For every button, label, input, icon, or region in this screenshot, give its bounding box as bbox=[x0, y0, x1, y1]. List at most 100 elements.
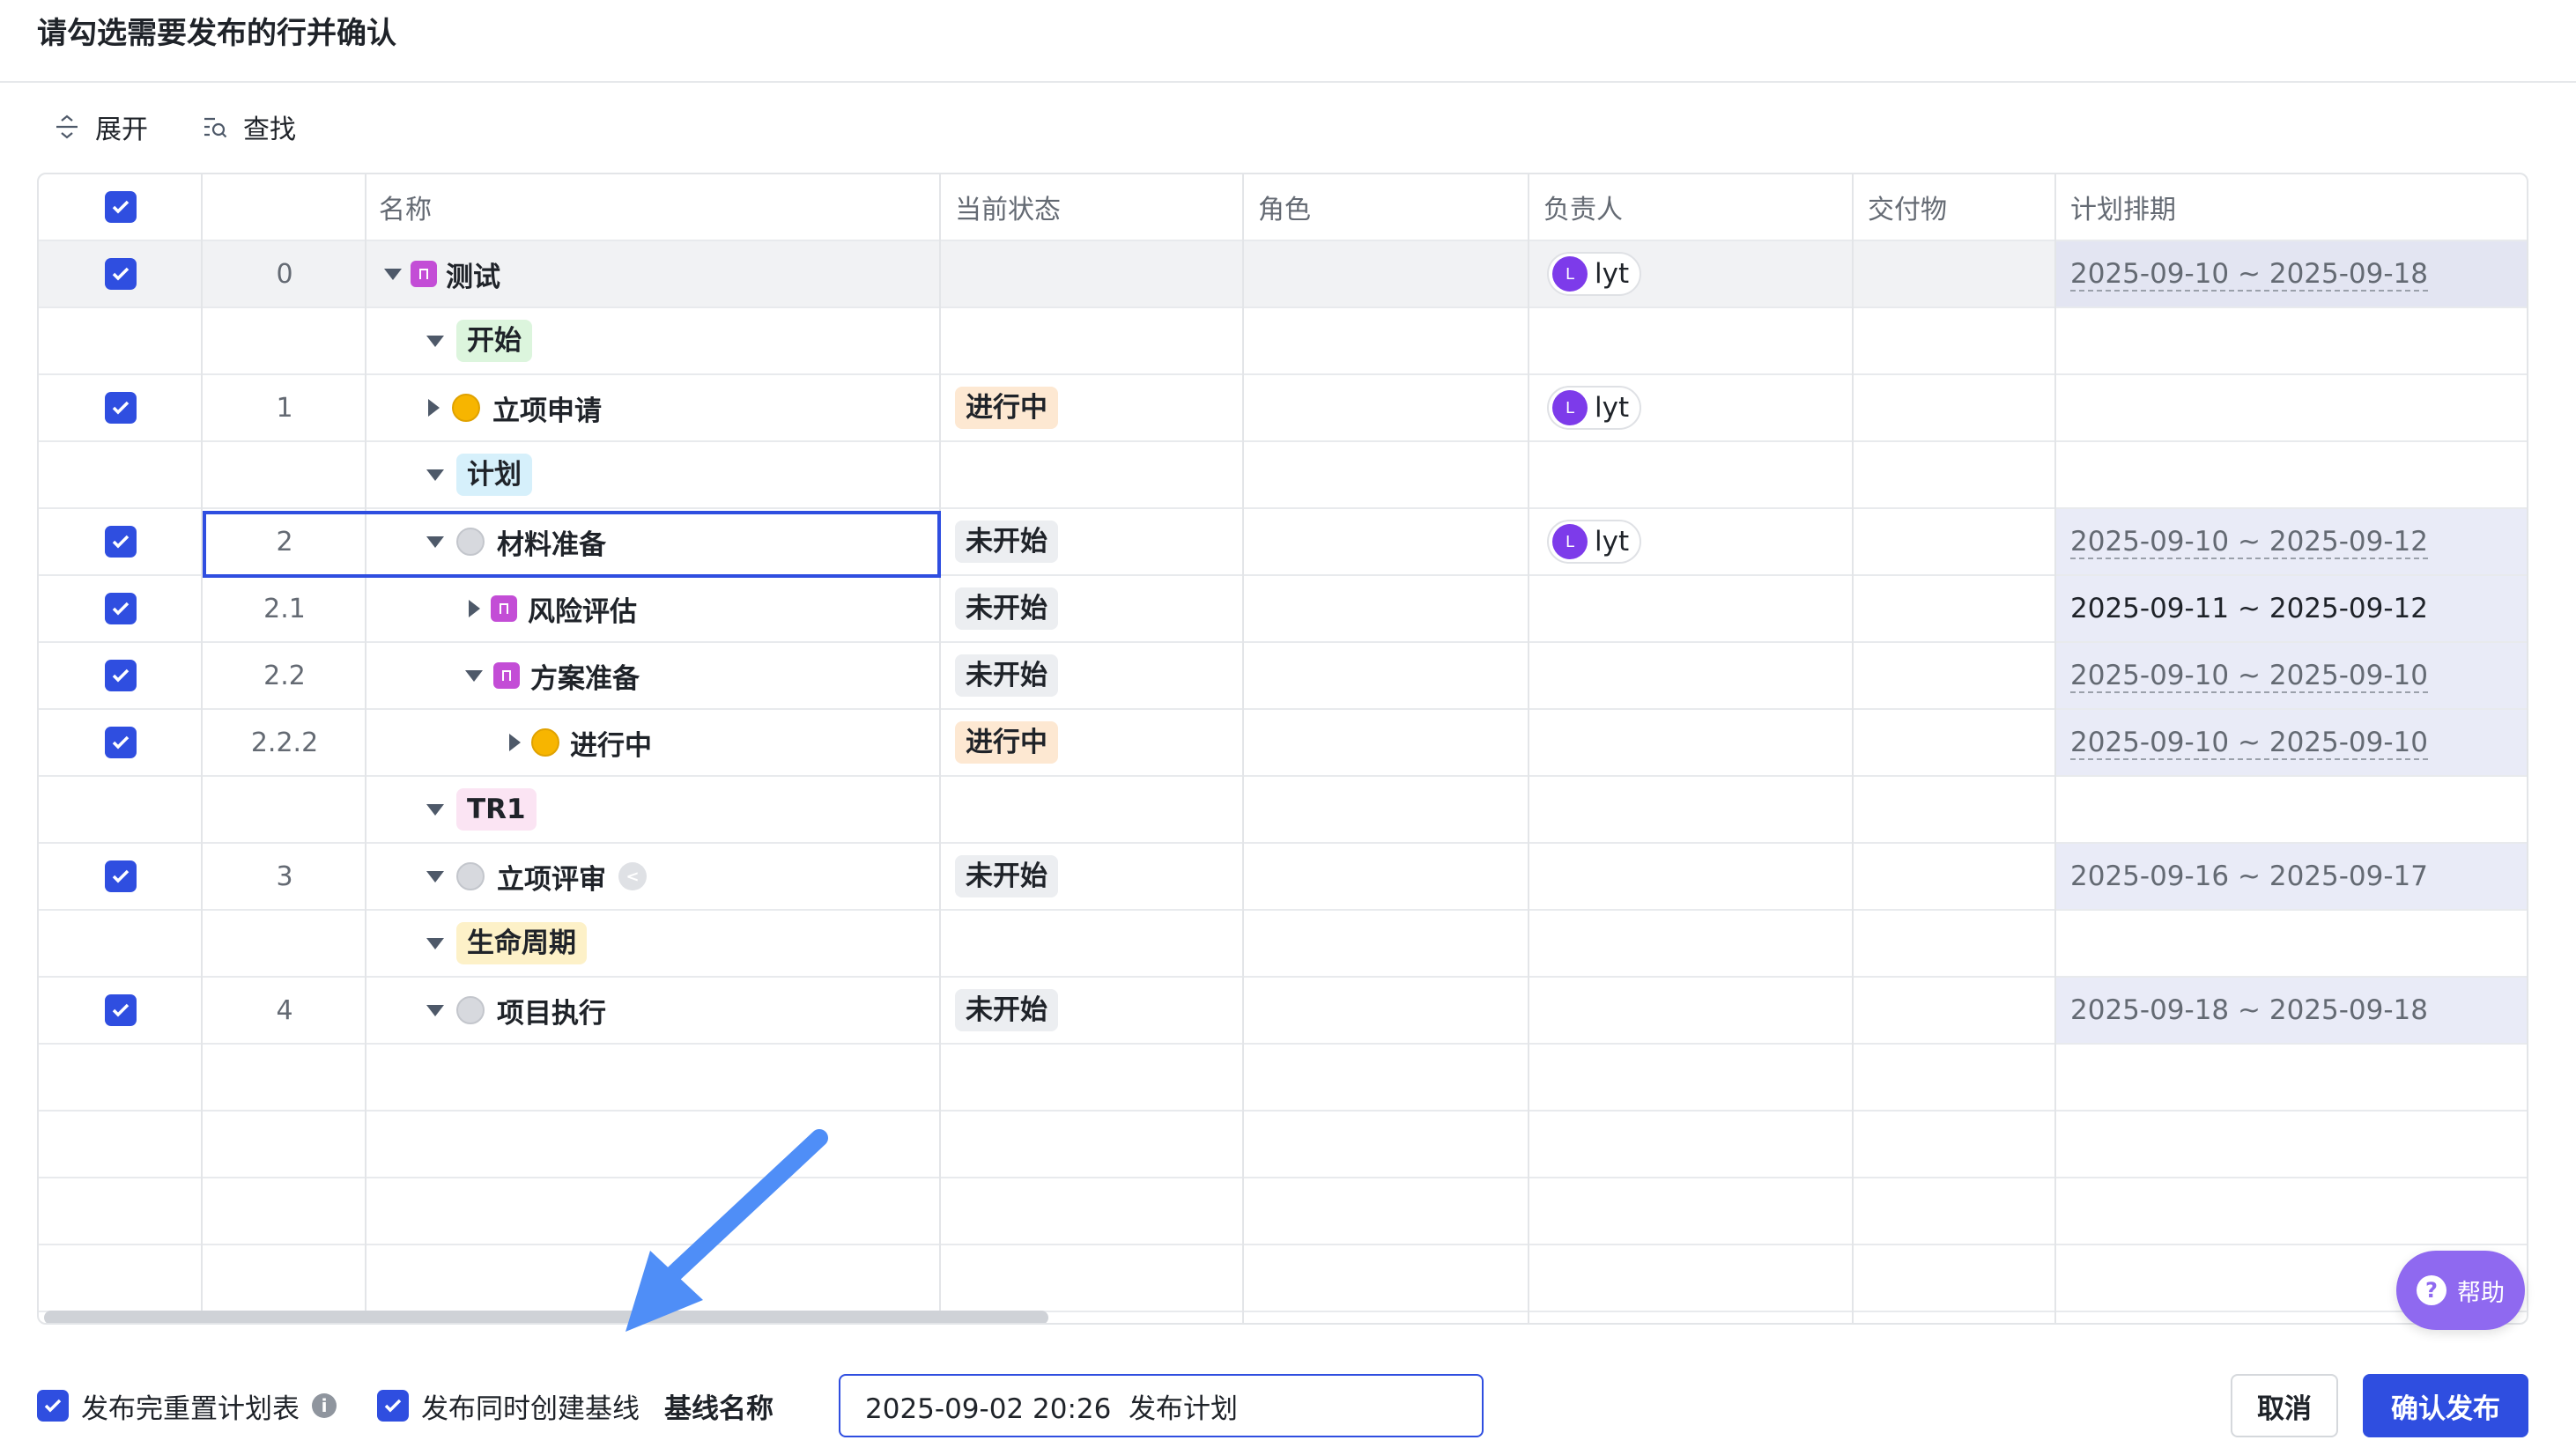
baseline-option: 发布同时创建基线 基线名称 bbox=[377, 1374, 774, 1437]
check-icon bbox=[112, 200, 130, 214]
not-started-dot-icon bbox=[456, 862, 485, 890]
schedule-date[interactable]: 2025-09-10 ~ 2025-09-12 bbox=[2056, 526, 2428, 559]
collapse-toggle[interactable] bbox=[426, 937, 444, 949]
schedule-date[interactable]: 2025-09-10 ~ 2025-09-18 bbox=[2056, 258, 2428, 292]
title-divider bbox=[0, 81, 2576, 83]
table-row[interactable]: 0 测试 Llyt 2025-09-10 ~ 2025-09-18 bbox=[39, 241, 2527, 308]
find-icon bbox=[204, 117, 227, 138]
header-owner: 负责人 bbox=[1543, 195, 1623, 225]
row-index: 4 bbox=[276, 994, 293, 1026]
avatar: L bbox=[1552, 524, 1588, 559]
row-checkbox[interactable] bbox=[105, 727, 137, 758]
row-name: 项目执行 bbox=[497, 997, 606, 1030]
schedule-date[interactable]: 2025-09-11 ~ 2025-09-12 bbox=[2056, 593, 2428, 624]
info-icon[interactable]: i bbox=[312, 1393, 337, 1418]
expand-toggle[interactable] bbox=[469, 600, 480, 617]
row-index: 2.2 bbox=[263, 660, 306, 691]
column-divider bbox=[1528, 174, 1529, 1323]
row-index: 0 bbox=[276, 258, 293, 290]
row-checkbox[interactable] bbox=[105, 526, 137, 558]
row-checkbox[interactable] bbox=[105, 860, 137, 892]
collapse-toggle[interactable] bbox=[384, 268, 402, 280]
status-badge: 进行中 bbox=[955, 387, 1058, 429]
row-name: 风险评估 bbox=[528, 595, 637, 628]
row-checkbox[interactable] bbox=[105, 593, 137, 624]
collapse-toggle[interactable] bbox=[465, 669, 483, 682]
baseline-name-label: 基线名称 bbox=[664, 1392, 774, 1425]
check-icon bbox=[112, 535, 130, 549]
help-button[interactable]: ? 帮助 bbox=[2396, 1251, 2525, 1330]
row-checkbox[interactable] bbox=[105, 660, 137, 691]
table-row[interactable]: 3 立项评审 < 未开始 2025-09-16 ~ 2025-09-17 bbox=[39, 844, 2527, 911]
owner-chip[interactable]: Llyt bbox=[1547, 386, 1642, 430]
find-label: 查找 bbox=[243, 114, 296, 145]
owner-chip[interactable]: Llyt bbox=[1547, 520, 1642, 564]
footer: 发布完重置计划表 i 发布同时创建基线 基线名称 取消 确认发布 bbox=[37, 1374, 2539, 1437]
status-badge: 未开始 bbox=[955, 654, 1058, 697]
owner-name: lyt bbox=[1595, 392, 1630, 424]
check-icon bbox=[112, 401, 130, 415]
collapse-toggle[interactable] bbox=[426, 469, 444, 481]
header-name: 名称 bbox=[379, 195, 432, 225]
in-progress-dot-icon bbox=[531, 728, 559, 757]
header-status: 当前状态 bbox=[955, 195, 1061, 225]
stage-tag: TR1 bbox=[456, 788, 537, 831]
row-checkbox[interactable] bbox=[105, 258, 137, 290]
stage-tag: 生命周期 bbox=[456, 922, 587, 964]
collapse-toggle[interactable] bbox=[426, 1004, 444, 1016]
expand-label: 展开 bbox=[95, 114, 148, 145]
schedule-date[interactable]: 2025-09-18 ~ 2025-09-18 bbox=[2056, 994, 2428, 1026]
collapse-toggle[interactable] bbox=[426, 335, 444, 347]
column-divider bbox=[939, 174, 941, 1323]
find-button[interactable]: 查找 bbox=[201, 107, 296, 146]
schedule-date[interactable]: 2025-09-16 ~ 2025-09-17 bbox=[2056, 860, 2428, 892]
reset-plan-checkbox[interactable] bbox=[37, 1390, 69, 1422]
row-index: 1 bbox=[276, 392, 293, 424]
row-checkbox[interactable] bbox=[105, 994, 137, 1026]
horizontal-scrollbar[interactable] bbox=[44, 1311, 1048, 1323]
expand-button[interactable]: 展开 bbox=[53, 107, 148, 146]
row-name: 测试 bbox=[446, 261, 500, 293]
expand-toggle[interactable] bbox=[509, 734, 521, 751]
milestone-icon bbox=[491, 595, 517, 622]
baseline-name-input[interactable] bbox=[839, 1374, 1484, 1437]
table-row[interactable]: 2.2 方案准备 未开始 2025-09-10 ~ 2025-09-10 bbox=[39, 643, 2527, 710]
select-all-checkbox[interactable] bbox=[105, 191, 137, 223]
stage-row: 开始 bbox=[39, 308, 2527, 375]
collapse-toggle[interactable] bbox=[426, 803, 444, 816]
row-index: 3 bbox=[276, 860, 293, 892]
confirm-publish-button[interactable]: 确认发布 bbox=[2363, 1374, 2528, 1437]
cancel-button[interactable]: 取消 bbox=[2231, 1374, 2338, 1437]
status-badge: 未开始 bbox=[955, 587, 1058, 630]
column-divider bbox=[1242, 174, 1244, 1323]
dialog-title: 请勾选需要发布的行并确认 bbox=[37, 16, 396, 51]
column-divider bbox=[1852, 174, 1854, 1323]
publish-table: 名称 当前状态 角色 负责人 交付物 计划排期 0 测试 Llyt 2025-0… bbox=[37, 173, 2528, 1325]
schedule-date[interactable]: 2025-09-10 ~ 2025-09-10 bbox=[2056, 727, 2428, 760]
header-deliverable: 交付物 bbox=[1868, 195, 1947, 225]
create-baseline-checkbox[interactable] bbox=[377, 1390, 409, 1422]
owner-name: lyt bbox=[1595, 526, 1630, 558]
row-name: 进行中 bbox=[570, 729, 652, 762]
empty-row bbox=[39, 1045, 2527, 1112]
table-row[interactable]: 1 立项申请 进行中 Llyt bbox=[39, 375, 2527, 442]
column-divider bbox=[201, 174, 203, 1323]
row-checkbox[interactable] bbox=[105, 392, 137, 424]
stage-row: 计划 bbox=[39, 442, 2527, 509]
table-row[interactable]: 2.1 风险评估 未开始 2025-09-11 ~ 2025-09-12 bbox=[39, 576, 2527, 643]
avatar: L bbox=[1552, 390, 1588, 425]
table-row[interactable]: 2.2.2 进行中 进行中 2025-09-10 ~ 2025-09-10 bbox=[39, 710, 2527, 777]
expand-toggle[interactable] bbox=[428, 399, 440, 417]
reset-option: 发布完重置计划表 i bbox=[37, 1374, 337, 1437]
stage-tag: 计划 bbox=[456, 454, 532, 496]
collapse-toggle[interactable] bbox=[426, 870, 444, 883]
column-divider bbox=[365, 174, 366, 1323]
header-schedule: 计划排期 bbox=[2070, 195, 2176, 225]
selected-cell-outline bbox=[203, 511, 941, 578]
status-badge: 未开始 bbox=[955, 989, 1058, 1031]
check-icon bbox=[112, 1003, 130, 1017]
schedule-date[interactable]: 2025-09-10 ~ 2025-09-10 bbox=[2056, 660, 2428, 693]
owner-chip[interactable]: Llyt bbox=[1547, 252, 1642, 296]
table-row[interactable]: 4 项目执行 未开始 2025-09-18 ~ 2025-09-18 bbox=[39, 978, 2527, 1045]
status-badge: 进行中 bbox=[955, 721, 1058, 764]
